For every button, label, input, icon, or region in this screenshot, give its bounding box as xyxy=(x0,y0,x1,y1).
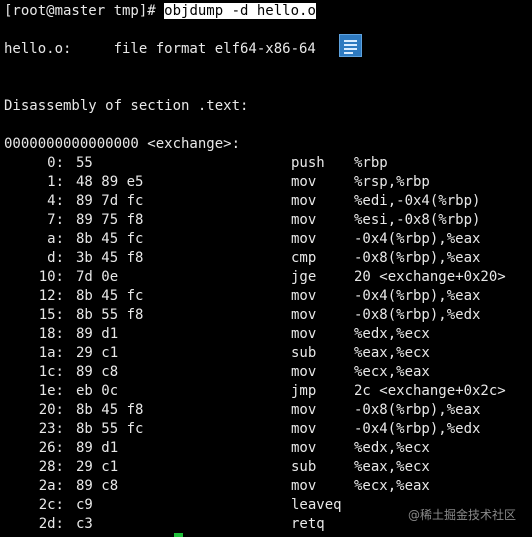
row-mnemonic: push xyxy=(291,155,325,171)
row-mnemonic: mov xyxy=(291,193,317,209)
row-address: d: xyxy=(47,250,64,266)
row-address: 28: xyxy=(38,459,64,475)
row-address: 7: xyxy=(47,212,64,228)
row-bytes: 8b 55 fc xyxy=(76,421,144,437)
row-address: 1c: xyxy=(38,364,64,380)
row-address: 2a: xyxy=(38,478,64,494)
row-address: 20: xyxy=(38,402,64,418)
row-operands: -0x8(%rbp),%eax xyxy=(354,250,481,266)
row-mnemonic: mov xyxy=(291,421,317,437)
row-bytes: 89 d1 xyxy=(76,326,119,342)
row-mnemonic: mov xyxy=(291,440,317,456)
row-mnemonic: mov xyxy=(291,326,317,342)
row-mnemonic: mov xyxy=(291,231,317,247)
row-operands: %eax,%ecx xyxy=(354,345,430,361)
row-mnemonic: mov xyxy=(291,174,317,190)
row-operands: %esi,-0x8(%rbp) xyxy=(354,212,481,228)
row-bytes: 29 c1 xyxy=(76,345,119,361)
row-address: 1: xyxy=(47,174,64,190)
row-address: 15: xyxy=(38,307,64,323)
row-operands: -0x4(%rbp),%eax xyxy=(354,231,481,247)
row-operands: %rbp xyxy=(354,155,388,171)
terminal-window[interactable]: [root@master tmp]# objdump -d hello.o he… xyxy=(0,0,532,537)
section-heading: Disassembly of section .text: xyxy=(4,98,249,114)
row-address: 0: xyxy=(47,155,64,171)
row-address: 4: xyxy=(47,193,64,209)
row-address: 1a: xyxy=(38,345,64,361)
row-mnemonic: mov xyxy=(291,478,317,494)
row-address: 18: xyxy=(38,326,64,342)
row-operands: %edx,%ecx xyxy=(354,326,430,342)
row-bytes: 89 7d fc xyxy=(76,193,144,209)
row-bytes: eb 0c xyxy=(76,383,119,399)
command-line: [root@master tmp]# objdump -d hello.o xyxy=(4,2,316,21)
row-bytes: 7d 0e xyxy=(76,269,119,285)
row-bytes: 8b 45 fc xyxy=(76,288,144,304)
row-address: 26: xyxy=(38,440,64,456)
row-mnemonic: jge xyxy=(291,269,317,285)
row-mnemonic: retq xyxy=(291,516,325,532)
row-operands: -0x4(%rbp),%eax xyxy=(354,288,481,304)
document-icon[interactable] xyxy=(339,34,362,57)
row-bytes: 89 c8 xyxy=(76,478,119,494)
shell-prompt: [root@master tmp]# xyxy=(4,3,165,19)
row-operands: %rsp,%rbp xyxy=(354,174,430,190)
row-mnemonic: mov xyxy=(291,288,317,304)
row-mnemonic: leaveq xyxy=(291,497,342,513)
row-bytes: 8b 45 f8 xyxy=(76,402,144,418)
row-address: 2c: xyxy=(38,497,64,513)
row-mnemonic: sub xyxy=(291,345,317,361)
row-bytes: c9 xyxy=(76,497,93,513)
watermark: @稀土掘金技术社区 xyxy=(407,508,516,522)
row-mnemonic: jmp xyxy=(291,383,317,399)
row-mnemonic: mov xyxy=(291,307,317,323)
row-mnemonic: cmp xyxy=(291,250,317,266)
row-bytes: 89 c8 xyxy=(76,364,119,380)
row-bytes: 55 xyxy=(76,155,93,171)
row-bytes: 3b 45 f8 xyxy=(76,250,144,266)
row-operands: -0x8(%rbp),%eax xyxy=(354,402,481,418)
row-mnemonic: sub xyxy=(291,459,317,475)
row-address: 1e: xyxy=(38,383,64,399)
row-bytes: 8b 55 f8 xyxy=(76,307,144,323)
row-address: a: xyxy=(47,231,64,247)
row-operands: -0x4(%rbp),%edx xyxy=(354,421,481,437)
row-operands: %ecx,%eax xyxy=(354,478,430,494)
row-address: 12: xyxy=(38,288,64,304)
row-address: 23: xyxy=(38,421,64,437)
file-format-line: hello.o: file format elf64-x86-64 xyxy=(4,41,316,57)
row-address: 2d: xyxy=(38,516,64,532)
row-bytes: 48 89 e5 xyxy=(76,174,144,190)
row-bytes: 8b 45 fc xyxy=(76,231,144,247)
row-operands: 2c <exchange+0x2c> xyxy=(354,383,506,399)
row-mnemonic: mov xyxy=(291,364,317,380)
row-operands: 20 <exchange+0x20> xyxy=(354,269,506,285)
row-operands: %ecx,%eax xyxy=(354,364,430,380)
row-mnemonic: mov xyxy=(291,212,317,228)
terminal-cursor xyxy=(174,533,183,537)
row-address: 10: xyxy=(38,269,64,285)
row-mnemonic: mov xyxy=(291,402,317,418)
row-operands: -0x8(%rbp),%edx xyxy=(354,307,481,323)
row-operands: %edx,%ecx xyxy=(354,440,430,456)
symbol-heading: 0000000000000000 <exchange>: xyxy=(4,136,241,152)
command-text[interactable]: objdump -d hello.o xyxy=(164,3,316,19)
row-operands: %edi,-0x4(%rbp) xyxy=(354,193,481,209)
row-bytes: 89 75 f8 xyxy=(76,212,144,228)
row-operands: %eax,%ecx xyxy=(354,459,430,475)
row-bytes: 29 c1 xyxy=(76,459,119,475)
row-bytes: c3 xyxy=(76,516,93,532)
row-bytes: 89 d1 xyxy=(76,440,119,456)
